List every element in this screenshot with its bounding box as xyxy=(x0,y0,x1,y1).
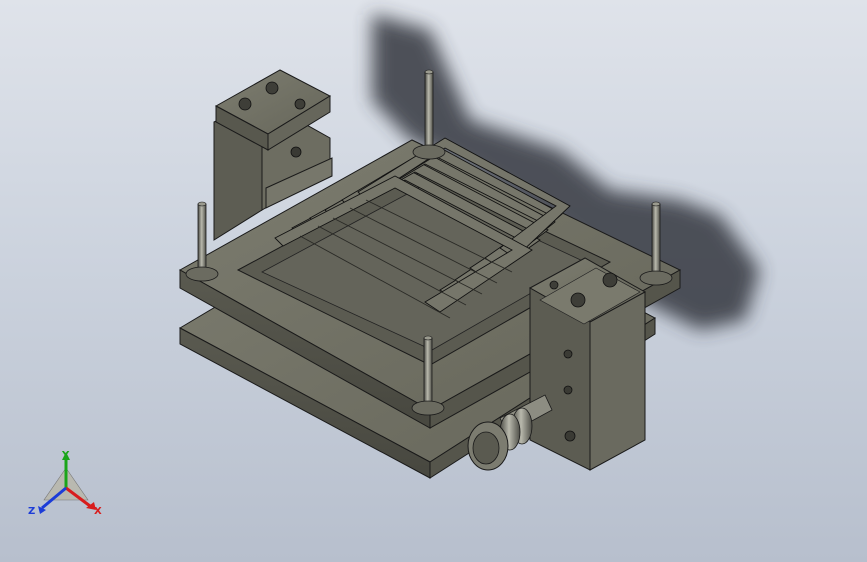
right-cylinder-block[interactable] xyxy=(528,257,647,471)
z-axis-label: Z xyxy=(28,506,35,517)
x-axis-label: X xyxy=(94,506,102,517)
orientation-triad[interactable]: Y X Z xyxy=(26,448,106,520)
y-axis-label: Y xyxy=(61,450,70,461)
graphics-viewport[interactable]: Y X Z xyxy=(0,0,867,562)
guide-post-left[interactable] xyxy=(185,201,219,282)
cad-model-view[interactable] xyxy=(0,0,867,562)
